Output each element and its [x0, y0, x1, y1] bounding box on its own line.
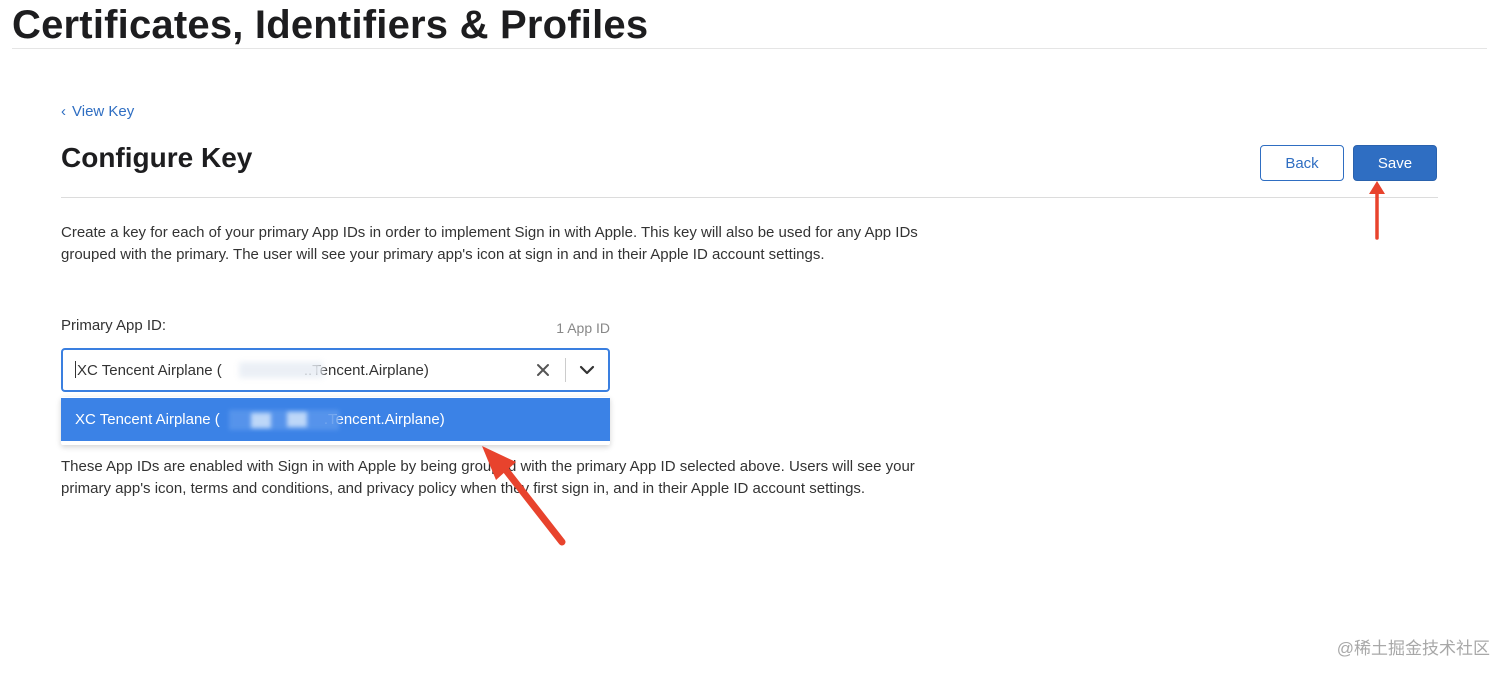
chevron-left-icon: ‹: [61, 103, 66, 120]
save-annotation-arrow: [1369, 181, 1385, 240]
chevron-down-icon: [579, 365, 595, 375]
option-suffix: .Tencent.Airplane): [323, 411, 445, 428]
save-button[interactable]: Save: [1353, 145, 1437, 181]
close-icon: [537, 364, 549, 376]
value-prefix: XC Tencent Airplane (: [77, 362, 222, 379]
app-id-dropdown-menu: XC Tencent Airplane ( .Tencent.Airplane): [61, 397, 610, 445]
back-button[interactable]: Back: [1260, 145, 1344, 181]
title-divider: [61, 197, 1438, 198]
app-id-count: 1 App ID: [556, 320, 610, 336]
back-to-view-key-link[interactable]: ‹ View Key: [61, 103, 134, 120]
indicator-separator: [565, 358, 566, 382]
dropdown-toggle-button[interactable]: [575, 360, 599, 380]
site-title: Certificates, Identifiers & Profiles: [12, 3, 649, 47]
text-cursor: [75, 361, 76, 378]
option-redaction-blur: [229, 410, 339, 430]
redaction-blur: [239, 362, 323, 378]
page-header: Certificates, Identifiers & Profiles: [12, 0, 1487, 49]
primary-app-id-select[interactable]: XC Tencent Airplane (..Tencent.Airplane): [61, 348, 610, 392]
page-title: Configure Key: [61, 142, 253, 173]
breadcrumb-label: View Key: [72, 103, 135, 120]
key-description: Create a key for each of your primary Ap…: [61, 224, 918, 263]
grouped-app-ids-description: These App IDs are enabled with Sign in w…: [61, 458, 915, 497]
option-redaction-patch-2: [287, 412, 307, 427]
option-redaction-patch-1: [251, 413, 271, 428]
watermark: @稀土掘金技术社区: [1336, 639, 1490, 658]
option-prefix: XC Tencent Airplane (: [75, 411, 220, 428]
primary-app-id-label: Primary App ID:: [61, 317, 167, 334]
app-id-option[interactable]: XC Tencent Airplane ( .Tencent.Airplane): [61, 398, 610, 441]
clear-selection-button[interactable]: [533, 360, 553, 380]
